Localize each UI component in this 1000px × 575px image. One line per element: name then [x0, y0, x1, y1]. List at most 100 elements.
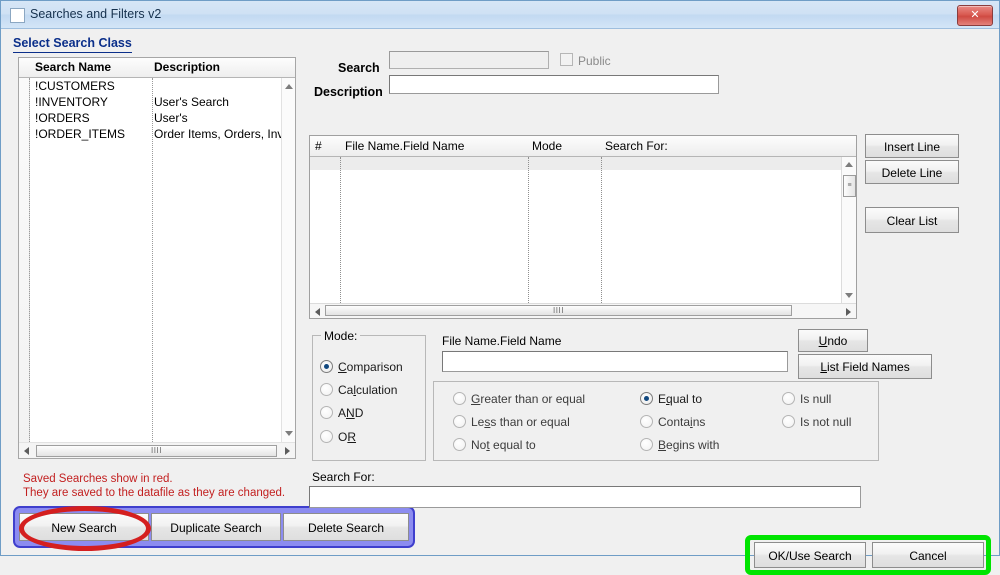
note-line-2: They are saved to the datafile as they a…	[23, 487, 286, 499]
grid-hscroll-thumb[interactable]: IIII	[325, 305, 792, 316]
insert-line-button[interactable]: Insert Line	[865, 134, 959, 158]
list-item-name: !ORDER_ITEMS	[35, 127, 126, 141]
grid-body[interactable]	[310, 157, 841, 303]
grid-column-number: #	[315, 139, 322, 153]
search-class-list[interactable]: Search Name Description !CUSTOMERS !INVE…	[18, 57, 296, 459]
search-for-input[interactable]	[309, 486, 861, 508]
search-input-field[interactable]	[390, 52, 548, 68]
search-for-label: Search For:	[312, 470, 375, 484]
list-rows: !CUSTOMERS !INVENTORY User's Search !ORD…	[29, 78, 281, 442]
list-item-name: !CUSTOMERS	[35, 79, 115, 93]
grid-thumb-grip-icon: ≡	[847, 182, 852, 190]
duplicate-search-button[interactable]: Duplicate Search	[151, 513, 281, 541]
ok-use-search-button[interactable]: OK/Use Search	[754, 542, 866, 568]
list-item[interactable]: !ORDER_ITEMS Order Items, Orders, Inv...	[29, 126, 281, 142]
client-area: Select Search Class Search Name Descript…	[1, 29, 999, 575]
window-title: Searches and Filters v2	[30, 7, 162, 21]
operator-radio-contains[interactable]	[640, 415, 653, 428]
title-bar: Searches and Filters v2 ✕	[1, 1, 999, 29]
grid-vertical-scrollbar[interactable]: ≡	[841, 157, 856, 303]
grid-header: # File Name.Field Name Mode Search For:	[310, 136, 856, 157]
operator-radio-not-equal-to[interactable]	[453, 438, 466, 451]
mode-label-and: AND	[338, 406, 364, 420]
new-search-button[interactable]: New Search	[19, 513, 149, 541]
mode-radio-or[interactable]	[320, 430, 333, 443]
description-input[interactable]	[389, 75, 719, 94]
grid-column-searchfor: Search For:	[605, 139, 668, 153]
operator-label-is-null: Is null	[800, 392, 832, 406]
mode-label-or: OR	[338, 430, 357, 444]
list-item-description: User's	[154, 111, 188, 125]
operator-label-greater-than-or-equal: Greater than or equal	[471, 392, 586, 406]
public-checkbox[interactable]	[560, 53, 573, 66]
list-item-description: Order Items, Orders, Inv...	[154, 127, 281, 141]
list-item[interactable]: !INVENTORY User's Search	[29, 94, 281, 110]
scrollbar-thumb[interactable]: IIII	[36, 445, 277, 457]
grid-hthumb-grip-icon: IIII	[553, 305, 564, 315]
file-field-name-input[interactable]	[442, 351, 788, 372]
operator-label-not-equal-to: Not equal to	[471, 438, 536, 452]
operator-radio-begins-with[interactable]	[640, 438, 653, 451]
list-item[interactable]: !ORDERS User's	[29, 110, 281, 126]
undo-button[interactable]: Undo	[798, 329, 868, 352]
grid-scroll-left-icon[interactable]	[315, 308, 320, 316]
grid-scrollbar-thumb[interactable]: ≡	[843, 175, 856, 197]
file-field-name-label: File Name.Field Name	[442, 334, 562, 348]
grid-column-mode: Mode	[532, 139, 563, 153]
mode-radio-calculation[interactable]	[320, 383, 333, 396]
grid-divider-2	[528, 157, 529, 303]
list-vertical-scrollbar[interactable]	[281, 78, 295, 442]
list-item[interactable]: !CUSTOMERS	[29, 78, 281, 94]
description-label: Description	[314, 85, 383, 99]
note-line-1: Saved Searches show in red.	[23, 473, 173, 485]
operator-label-less-than-or-equal: Less than or equal	[471, 415, 570, 429]
mode-radio-comparison[interactable]	[320, 360, 333, 373]
scroll-up-icon[interactable]	[285, 84, 293, 89]
column-header-description: Description	[154, 60, 221, 74]
search-for-input-field[interactable]	[310, 487, 860, 507]
delete-search-button[interactable]: Delete Search	[283, 513, 409, 541]
description-input-field[interactable]	[390, 76, 718, 93]
grid-column-field: File Name.Field Name	[345, 139, 465, 153]
scroll-down-icon[interactable]	[285, 431, 293, 436]
operator-label-is-not-null: Is not null	[800, 415, 852, 429]
operator-radio-greater-than-or-equal[interactable]	[453, 392, 466, 405]
operator-label-equal-to: Equal to	[658, 392, 703, 406]
list-item-description: User's Search	[154, 95, 229, 109]
saved-searches-note: Saved Searches show in red. They are sav…	[23, 472, 285, 500]
list-item-name: !ORDERS	[35, 111, 90, 125]
search-input[interactable]	[389, 51, 549, 69]
operator-radio-equal-to[interactable]	[640, 392, 653, 405]
scroll-left-icon[interactable]	[24, 447, 29, 455]
window-icon	[10, 8, 25, 23]
operator-radio-less-than-or-equal[interactable]	[453, 415, 466, 428]
public-checkbox-label: Public	[578, 54, 611, 68]
column-header-search-name: Search Name	[35, 60, 112, 74]
scroll-right-icon[interactable]	[285, 447, 290, 455]
cancel-button[interactable]: Cancel	[872, 542, 984, 568]
delete-line-button[interactable]: Delete Line	[865, 160, 959, 184]
operator-radio-is-not-null[interactable]	[782, 415, 795, 428]
grid-scroll-down-icon[interactable]	[845, 293, 853, 298]
mode-radio-and[interactable]	[320, 406, 333, 419]
search-criteria-grid[interactable]: # File Name.Field Name Mode Search For: …	[309, 135, 857, 319]
operator-radio-is-null[interactable]	[782, 392, 795, 405]
grid-horizontal-scrollbar[interactable]: IIII	[310, 303, 856, 318]
grid-divider-3	[601, 157, 602, 303]
list-horizontal-scrollbar[interactable]: IIII	[19, 442, 295, 458]
search-label: Search	[338, 61, 380, 75]
mode-groupbox-title: Mode:	[321, 329, 361, 343]
file-field-name-input-field[interactable]	[443, 352, 787, 371]
select-search-class-label: Select Search Class	[13, 36, 132, 53]
thumb-grip-icon: IIII	[151, 446, 162, 455]
operator-label-begins-with: Begins with	[658, 438, 720, 452]
grid-empty-row[interactable]	[310, 157, 841, 170]
operator-label-contains: Contains	[658, 415, 706, 429]
mode-label-comparison: Comparison	[338, 360, 403, 374]
list-field-names-button[interactable]: List Field Names	[798, 354, 932, 379]
clear-list-button[interactable]: Clear List	[865, 207, 959, 233]
grid-scroll-right-icon[interactable]	[846, 308, 851, 316]
list-header: Search Name Description	[19, 58, 295, 78]
close-icon[interactable]: ✕	[957, 5, 993, 26]
grid-scroll-up-icon[interactable]	[845, 162, 853, 167]
